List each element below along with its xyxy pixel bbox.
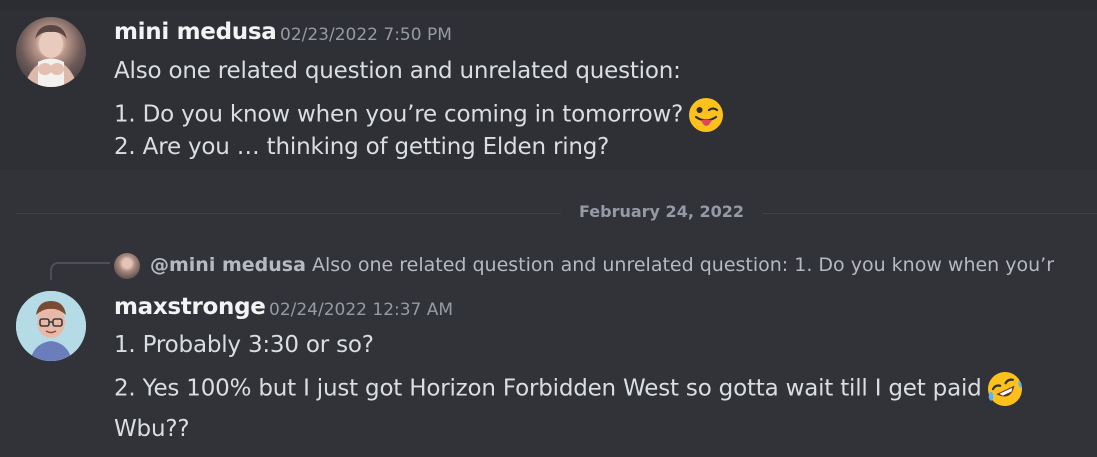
message-line: 2. Are you … thinking of getting Elden r… — [114, 134, 610, 160]
message-line-text: 2. Yes 100% but I just got Horizon Forbi… — [114, 375, 982, 402]
reply-spine — [50, 262, 110, 280]
reply-mention[interactable]: @mini medusa — [150, 254, 306, 276]
top-band — [0, 0, 1097, 10]
message-line: 2. Yes 100% but I just got Horizon Forbi… — [114, 370, 1024, 408]
reply-avatar[interactable] — [114, 253, 140, 279]
message-line: Also one related question and unrelated … — [114, 58, 681, 84]
username[interactable]: maxstronge — [114, 294, 266, 320]
timestamp[interactable]: 02/23/2022 7:50 PM — [280, 25, 452, 45]
date-divider-label: February 24, 2022 — [561, 202, 762, 221]
rolling-on-the-floor-laughing-emoji-icon[interactable] — [986, 370, 1024, 408]
reply-preview[interactable]: Also one related question and unrelated … — [312, 254, 1054, 276]
timestamp[interactable]: 02/24/2022 12:37 AM — [269, 300, 453, 320]
avatar[interactable] — [16, 291, 86, 361]
avatar[interactable] — [16, 17, 86, 87]
message-line: Wbu?? — [114, 416, 190, 442]
winking-face-with-tongue-emoji-icon[interactable] — [687, 96, 725, 134]
username[interactable]: mini medusa — [114, 19, 277, 45]
message-line: 1. Do you know when you’re coming in tom… — [114, 96, 725, 134]
message-line: 1. Probably 3:30 or so? — [114, 332, 374, 358]
message-line-text: 1. Do you know when you’re coming in tom… — [114, 101, 684, 128]
date-divider — [16, 213, 1097, 214]
